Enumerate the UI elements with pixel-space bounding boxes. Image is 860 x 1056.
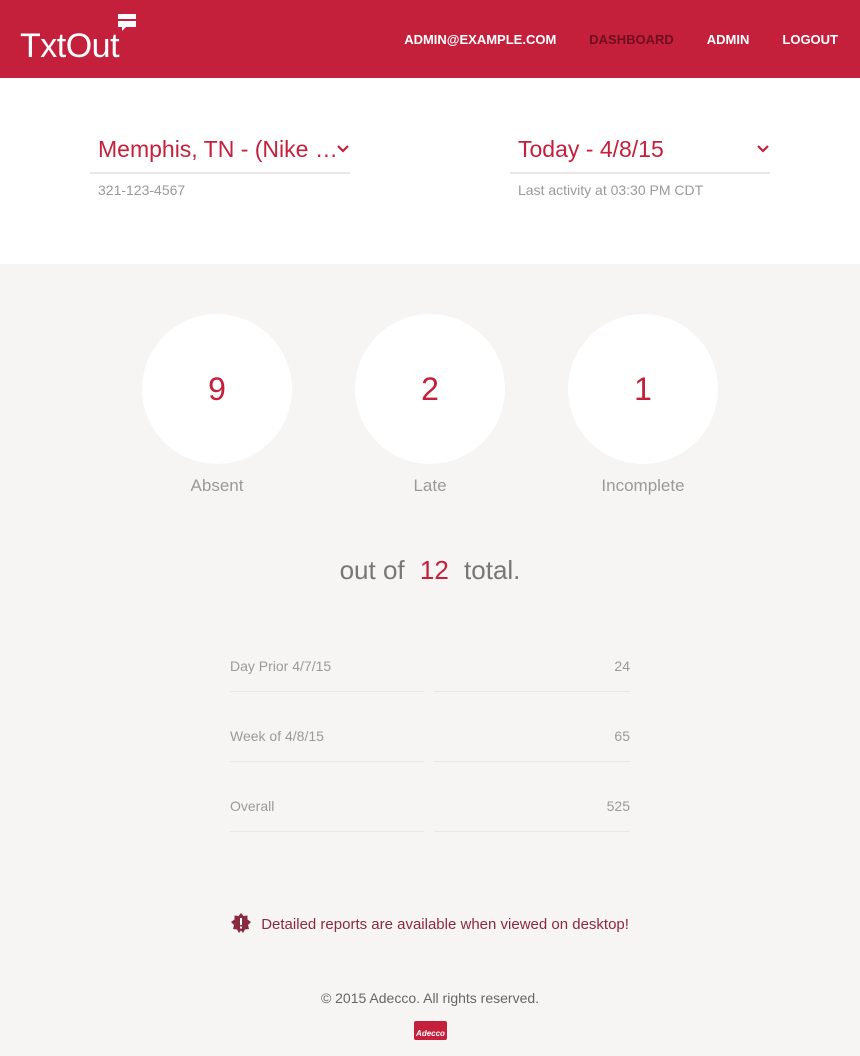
desktop-notice-text: Detailed reports are available when view… — [261, 916, 629, 933]
date-select-value: Today - 4/8/15 — [518, 136, 664, 162]
incomplete-label: Incomplete — [601, 476, 685, 495]
summary-row-value: 24 — [614, 658, 630, 674]
incomplete-count-circle: 1 — [568, 314, 718, 464]
desktop-notice: Detailed reports are available when view… — [0, 913, 860, 933]
date-select[interactable]: Today - 4/8/15 — [510, 130, 770, 174]
location-select[interactable]: Memphis, TN - (Nike … — [90, 130, 350, 174]
chevron-down-icon — [757, 145, 769, 153]
late-count: 2 — [421, 370, 439, 407]
summary-row-overall: Overall 525 — [230, 798, 630, 832]
chevron-down-icon — [337, 145, 349, 153]
nav-logout[interactable]: LOGOUT — [782, 32, 838, 47]
late-label: Late — [413, 476, 447, 495]
main-nav: ADMIN@EXAMPLE.COM DASHBOARD ADMIN LOGOUT — [371, 0, 838, 78]
location-select-value: Memphis, TN - (Nike … — [98, 136, 338, 162]
total-suffix: total. — [464, 555, 521, 585]
alert-badge-icon — [231, 913, 252, 933]
summary-row-day-prior: Day Prior 4/7/15 24 — [230, 658, 630, 692]
nav-admin[interactable]: ADMIN — [707, 32, 750, 47]
selector-panel: Memphis, TN - (Nike … 321-123-4567 Today… — [0, 78, 860, 264]
divider — [434, 831, 630, 832]
absent-count: 9 — [208, 370, 226, 407]
summary-row-label: Week of 4/8/15 — [230, 728, 324, 744]
total-count: 12 — [419, 555, 449, 585]
divider — [230, 691, 424, 692]
nav-user-email[interactable]: ADMIN@EXAMPLE.COM — [404, 32, 556, 47]
summary-row-value: 65 — [614, 728, 630, 744]
divider — [434, 761, 630, 762]
location-phone: 321-123-4567 — [98, 182, 186, 198]
incomplete-count: 1 — [634, 370, 652, 407]
last-activity-text: Last activity at 03:30 PM CDT — [518, 182, 704, 198]
divider — [230, 761, 424, 762]
txtout-logo[interactable]: TxtOut — [20, 14, 150, 66]
summary-row-week: Week of 4/8/15 65 — [230, 728, 630, 762]
summary-row-label: Day Prior 4/7/15 — [230, 658, 332, 674]
total-prefix: out of — [339, 555, 405, 585]
divider — [434, 691, 630, 692]
absent-label: Absent — [190, 476, 244, 495]
speech-bubble-icon — [118, 14, 136, 31]
copyright-text: © 2015 Adecco. All rights reserved. — [320, 990, 540, 1006]
adecco-logo[interactable]: Adecco — [414, 1021, 447, 1040]
logo-text: TxtOut — [20, 27, 120, 65]
summary-row-value: 525 — [606, 798, 630, 814]
total-summary: out of 12 total. — [0, 555, 860, 586]
absent-count-circle: 9 — [142, 314, 292, 464]
nav-dashboard[interactable]: DASHBOARD — [589, 32, 674, 47]
divider — [230, 831, 424, 832]
summary-row-label: Overall — [230, 798, 275, 814]
top-navigation-bar: TxtOut ADMIN@EXAMPLE.COM DASHBOARD ADMIN… — [0, 0, 860, 78]
late-count-circle: 2 — [355, 314, 505, 464]
